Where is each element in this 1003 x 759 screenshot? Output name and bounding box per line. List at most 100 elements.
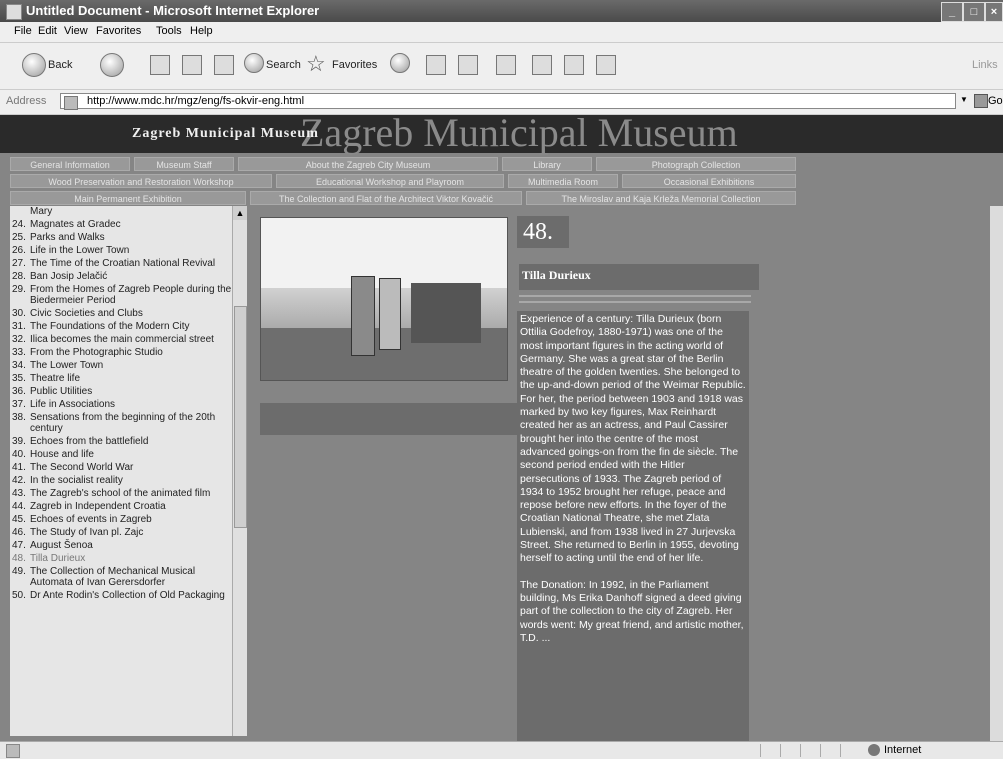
refresh-icon[interactable]: [182, 55, 202, 75]
nav-photograph-collection[interactable]: Photograph Collection: [596, 157, 796, 171]
photo-caption-bar: [260, 403, 518, 435]
list-item[interactable]: 50. Dr Ante Rodin's Collection of Old Pac…: [10, 590, 232, 601]
edit-icon[interactable]: [496, 55, 516, 75]
web-page: Zagreb Municipal Museum Zagreb Municipal…: [0, 115, 1003, 741]
address-dropdown-icon[interactable]: ▼: [960, 95, 968, 104]
list-item-label: Echoes of events in Zagreb: [30, 514, 152, 525]
ie-app-icon: [6, 4, 22, 20]
minimize-button[interactable]: _: [941, 2, 963, 22]
maximize-button[interactable]: □: [963, 2, 985, 22]
menu-tools[interactable]: Tools: [156, 25, 182, 37]
home-icon[interactable]: [214, 55, 234, 75]
menu-favorites[interactable]: Favorites: [96, 25, 141, 37]
list-item[interactable]: 39. Echoes from the battlefield: [10, 436, 232, 447]
messenger-icon[interactable]: [596, 55, 616, 75]
page-scrollbar[interactable]: [990, 206, 1003, 741]
list-item-partial[interactable]: Mary: [10, 206, 232, 217]
nav-about-museum[interactable]: About the Zagreb City Museum: [238, 157, 498, 171]
nav-kovacic-collection[interactable]: The Collection and Flat of the Architect…: [250, 191, 522, 205]
forward-arrow-icon[interactable]: [100, 53, 124, 77]
status-bar: Internet: [0, 741, 1003, 759]
list-item[interactable]: 33. From the Photographic Studio: [10, 347, 232, 358]
search-icon[interactable]: [244, 53, 264, 73]
print-icon[interactable]: [458, 55, 478, 75]
list-item-number: 46.: [12, 527, 26, 538]
page-status-icon: [6, 744, 20, 758]
sidebar-scrollbar[interactable]: ▲: [232, 206, 247, 736]
list-item[interactable]: 42. In the socialist reality: [10, 475, 232, 486]
stop-icon[interactable]: [150, 55, 170, 75]
list-item-number: 47.: [12, 540, 26, 551]
list-item[interactable]: 38. Sensations from the beginning of the …: [10, 412, 232, 434]
list-item-number: 33.: [12, 347, 26, 358]
list-item[interactable]: 48. Tilla Durieux: [10, 553, 232, 564]
list-item[interactable]: 46. The Study of Ivan pl. Zajc: [10, 527, 232, 538]
list-item-number: 31.: [12, 321, 26, 332]
nav-row-3: Main Permanent Exhibition The Collection…: [0, 191, 1003, 207]
nav-multimedia-room[interactable]: Multimedia Room: [508, 174, 618, 188]
list-item[interactable]: 29. From the Homes of Zagreb People durin…: [10, 284, 232, 306]
back-button-label[interactable]: Back: [48, 59, 72, 71]
list-item-number: 43.: [12, 488, 26, 499]
list-item-label: The Collection of Mechanical Musical Aut…: [30, 566, 196, 588]
list-item[interactable]: 40. House and life: [10, 449, 232, 460]
exhibit-title: Tilla Durieux: [519, 264, 759, 290]
list-item[interactable]: 47. August Šenoa: [10, 540, 232, 551]
nav-restoration-workshop[interactable]: Wood Preservation and Restoration Worksh…: [10, 174, 272, 188]
list-item-number: 26.: [12, 245, 26, 256]
list-item-number: 45.: [12, 514, 26, 525]
favorites-button-label[interactable]: Favorites: [332, 59, 377, 71]
menu-edit[interactable]: Edit: [38, 25, 57, 37]
window-title: Untitled Document - Microsoft Internet E…: [26, 3, 320, 18]
list-item-number: 44.: [12, 501, 26, 512]
list-item[interactable]: 41. The Second World War: [10, 462, 232, 473]
nav-occasional-exhibitions[interactable]: Occasional Exhibitions: [622, 174, 796, 188]
security-zone-label: Internet: [884, 744, 922, 756]
list-item-number: 41.: [12, 462, 26, 473]
list-item[interactable]: 43. The Zagreb's school of the animated f…: [10, 488, 232, 499]
address-input[interactable]: [60, 93, 956, 109]
list-item[interactable]: 35. Theatre life: [10, 373, 232, 384]
nav-main-permanent-exhibition[interactable]: Main Permanent Exhibition: [10, 191, 246, 205]
nav-educational-workshop[interactable]: Educational Workshop and Playroom: [276, 174, 504, 188]
list-item[interactable]: 49. The Collection of Mechanical Musical …: [10, 566, 232, 588]
list-item[interactable]: 44. Zagreb in Independent Croatia: [10, 501, 232, 512]
links-label[interactable]: Links: [972, 59, 998, 71]
nav-museum-staff[interactable]: Museum Staff: [134, 157, 234, 171]
nav-general-information[interactable]: General Information: [10, 157, 130, 171]
list-item-label: Civic Societies and Clubs: [30, 308, 143, 319]
history-icon[interactable]: [390, 53, 410, 73]
list-item[interactable]: 32. Ilica becomes the main commercial str…: [10, 334, 232, 345]
list-item[interactable]: 36. Public Utilities: [10, 386, 232, 397]
list-item-label: The Lower Town: [30, 360, 104, 371]
list-item[interactable]: 45. Echoes of events in Zagreb: [10, 514, 232, 525]
scroll-up-icon[interactable]: ▲: [233, 206, 247, 220]
back-arrow-icon[interactable]: [22, 53, 46, 77]
discuss-icon[interactable]: [532, 55, 552, 75]
list-item[interactable]: 30. Civic Societies and Clubs: [10, 308, 232, 319]
favorites-star-icon[interactable]: ☆: [306, 51, 326, 77]
list-item[interactable]: 37. Life in Associations: [10, 399, 232, 410]
research-icon[interactable]: [564, 55, 584, 75]
list-item[interactable]: 27. The Time of the Croatian National Rev…: [10, 258, 232, 269]
list-item[interactable]: 28. Ban Josip Jelačić: [10, 271, 232, 282]
list-item-number: 35.: [12, 373, 26, 384]
search-button-label[interactable]: Search: [266, 59, 301, 71]
menu-file[interactable]: File: [14, 25, 32, 37]
list-item[interactable]: 26. Life in the Lower Town: [10, 245, 232, 256]
go-arrow-icon[interactable]: [974, 94, 988, 108]
menu-view[interactable]: View: [64, 25, 88, 37]
go-button[interactable]: Go: [988, 95, 1003, 107]
nav-library[interactable]: Library: [502, 157, 592, 171]
list-item-label: Dr Ante Rodin's Collection of Old Packag…: [30, 590, 225, 601]
menu-help[interactable]: Help: [190, 25, 213, 37]
close-button[interactable]: ×: [985, 2, 1003, 22]
mail-icon[interactable]: [426, 55, 446, 75]
list-item[interactable]: 31. The Foundations of the Modern City: [10, 321, 232, 332]
list-item[interactable]: 25. Parks and Walks: [10, 232, 232, 243]
scrollbar-thumb[interactable]: [234, 306, 247, 528]
list-item-label: The Time of the Croatian National Reviva…: [30, 258, 216, 269]
nav-krleza-collection[interactable]: The Miroslav and Kaja Krleža Memorial Co…: [526, 191, 796, 205]
list-item[interactable]: 24. Magnates at Gradec: [10, 219, 232, 230]
list-item[interactable]: 34. The Lower Town: [10, 360, 232, 371]
